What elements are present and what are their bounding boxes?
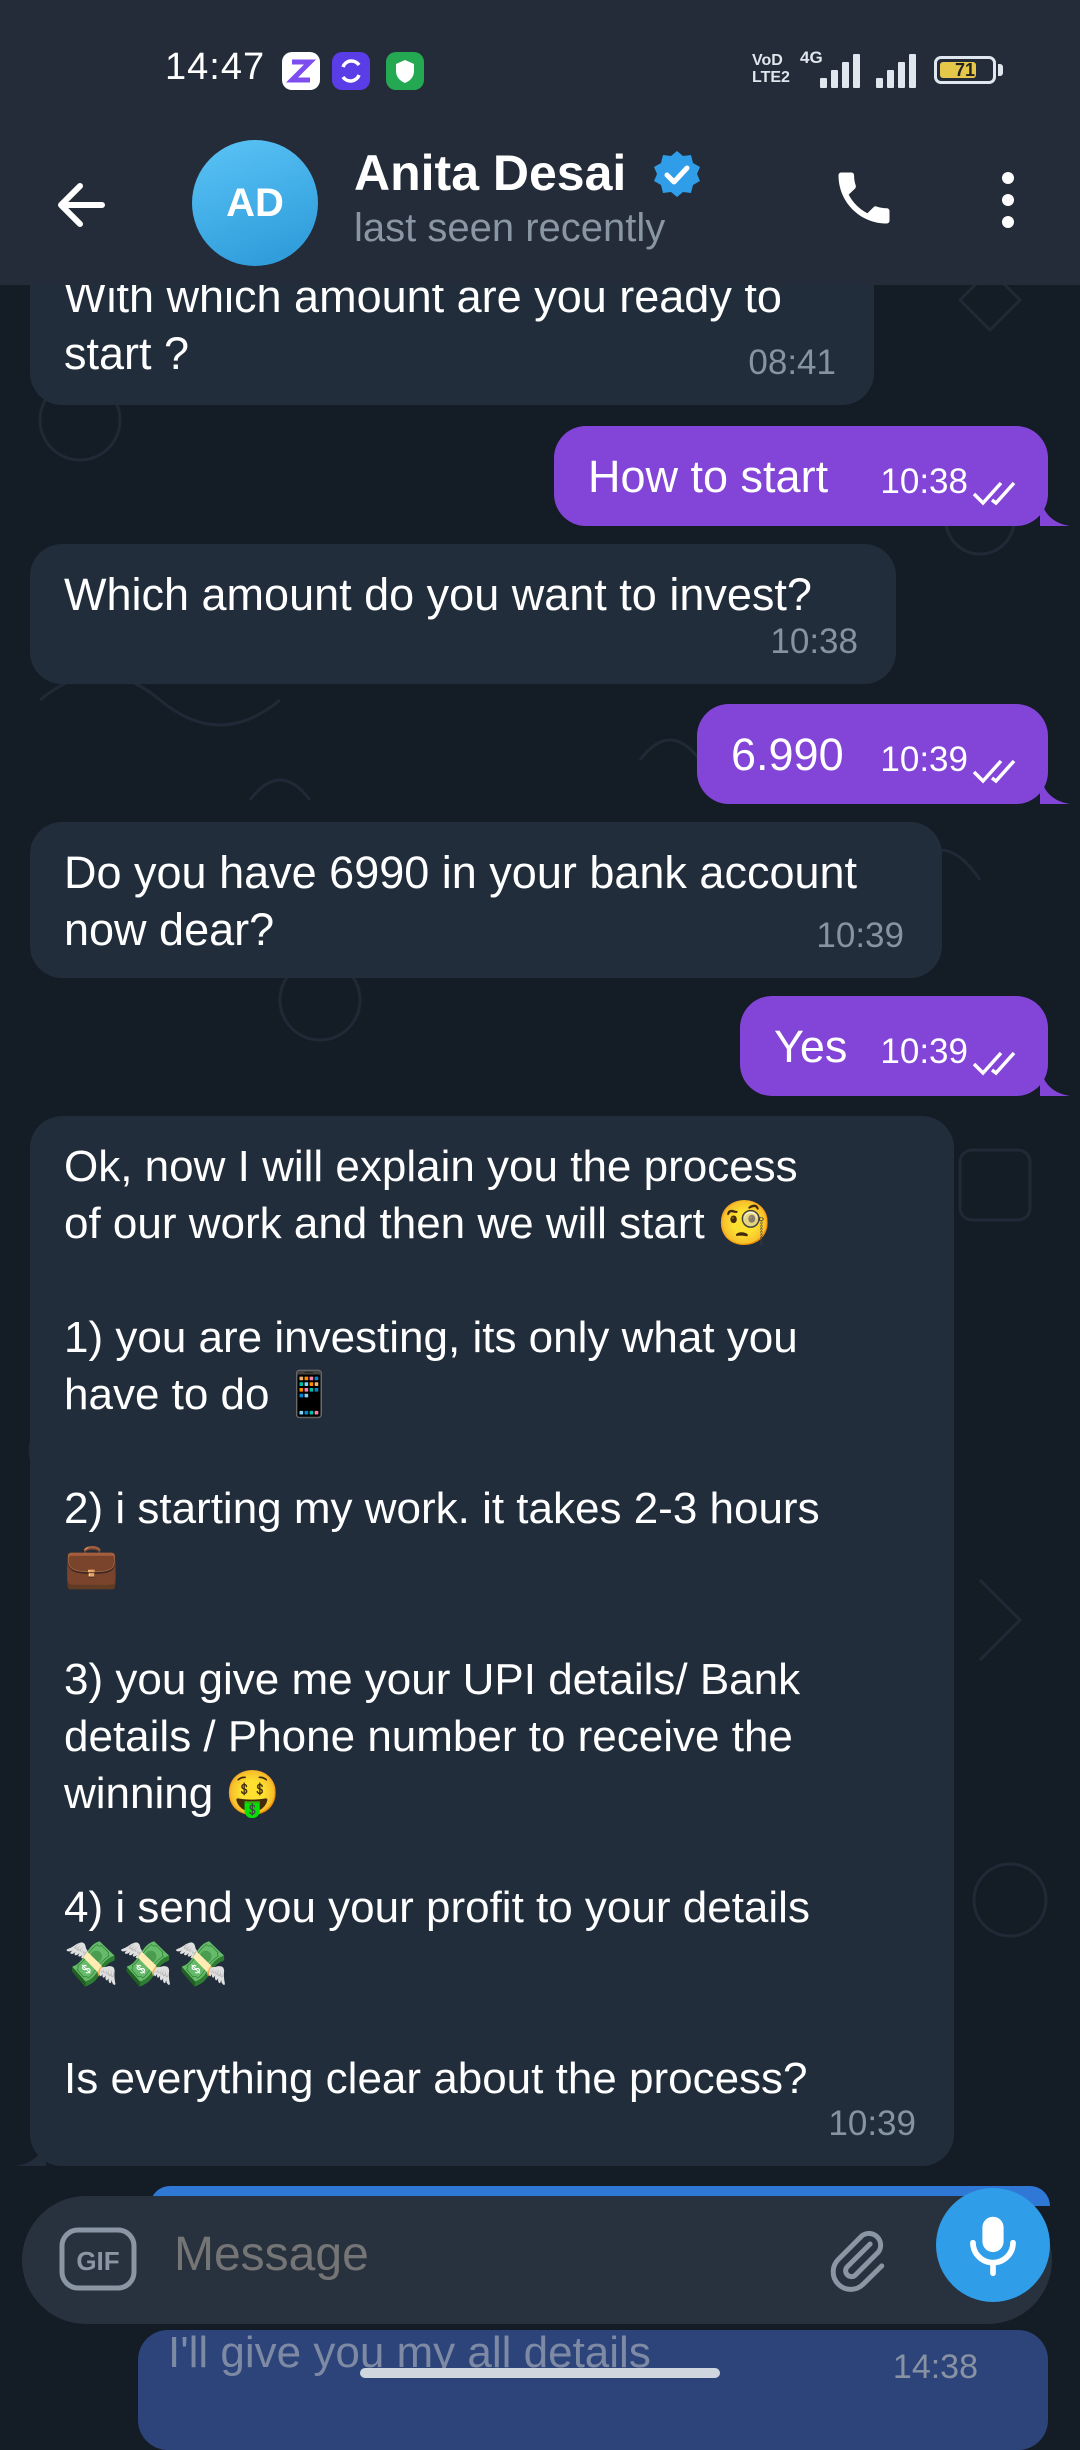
outgoing-message[interactable]: 6.990 10:39	[697, 704, 1048, 804]
message-text: 4) i send you your profit to your detail…	[64, 1883, 810, 1932]
message-composer: GIF	[22, 2196, 1052, 2324]
message-text: have to do 📱	[64, 1370, 337, 1419]
message-text: start ?	[64, 328, 190, 379]
double-check-icon	[972, 759, 1016, 784]
message-time: 10:39	[880, 740, 968, 779]
message-text: 2) i starting my work. it takes 2-3 hour…	[64, 1484, 820, 1533]
microphone-button[interactable]	[936, 2188, 1050, 2302]
battery-icon: 71	[934, 56, 996, 84]
incoming-message[interactable]: Do you have 6990 in your bank account no…	[30, 822, 942, 978]
message-time: 10:39	[828, 2104, 916, 2143]
back-arrow-icon[interactable]	[48, 170, 118, 240]
incoming-message[interactable]: Which amount do you want to invest? 10:3…	[30, 544, 896, 684]
message-text	[64, 1594, 920, 1651]
message-text: now dear?	[64, 904, 275, 955]
microphone-icon	[970, 2216, 1016, 2277]
message-input[interactable]	[172, 2226, 816, 2283]
message-text: Is everything clear about the process?	[64, 2054, 808, 2103]
volte-indicator: VoD LTE2	[752, 52, 790, 86]
battery-tip	[998, 64, 1003, 76]
bubble-tail	[16, 2136, 46, 2166]
outgoing-message[interactable]: Yes 10:39	[740, 996, 1048, 1096]
gif-icon[interactable]: GIF	[58, 2226, 138, 2292]
status-bar: 14:47 VoD LTE2 4G 71	[0, 0, 1080, 140]
phone-call-icon[interactable]	[830, 164, 898, 232]
sync-app-icon	[332, 52, 370, 90]
message-text: 3) you give me your UPI details/ Bank	[64, 1655, 801, 1704]
gif-label: GIF	[76, 2246, 119, 2276]
double-check-icon	[972, 481, 1016, 506]
paperclip-icon[interactable]	[822, 2224, 892, 2296]
home-indicator[interactable]	[360, 2368, 720, 2378]
message-text	[64, 1423, 920, 1480]
signal-icon-sim2	[876, 54, 924, 88]
double-check-icon	[972, 1051, 1016, 1076]
message-text: of our work and then we will start 🧐	[64, 1199, 772, 1248]
battery-level: 71	[954, 60, 976, 80]
message-text	[64, 1252, 920, 1309]
message-time: 10:38	[880, 462, 968, 501]
message-time: 10:39	[816, 916, 904, 955]
message-text: 1) you are investing, its only what you	[64, 1313, 798, 1362]
message-text: Ok, now I will explain you the process	[64, 1142, 798, 1191]
app-notification-icon	[282, 52, 320, 90]
last-seen-status: last seen recently	[354, 206, 666, 250]
message-text: Do you have 6990 in your bank account	[64, 847, 858, 898]
message-text	[64, 1822, 920, 1879]
message-time: 08:41	[748, 343, 836, 382]
verified-badge-icon	[650, 148, 704, 202]
outgoing-message[interactable]: How to start 10:38	[554, 426, 1048, 526]
message-text: winning 🤑	[64, 1769, 281, 1818]
message-text	[64, 1993, 920, 2050]
contact-name[interactable]: Anita Desai	[354, 144, 626, 202]
bubble-tail	[1040, 774, 1070, 804]
message-time: 10:38	[770, 622, 858, 661]
partially-visible-message[interactable]: I'll give you my all details 14:38	[138, 2328, 1048, 2450]
more-options-icon[interactable]	[990, 164, 1026, 236]
message-text: details / Phone number to receive the	[64, 1712, 793, 1761]
avatar[interactable]: AD	[192, 140, 318, 266]
bubble-tail	[1040, 1066, 1070, 1096]
incoming-message[interactable]: Ok, now I will explain you the process o…	[30, 1116, 954, 2166]
clock: 14:47	[165, 46, 266, 88]
signal-icon	[820, 54, 868, 88]
message-text: 💸💸💸	[64, 1940, 229, 1989]
message-text: 💼	[64, 1541, 119, 1590]
message-time: 10:39	[880, 1032, 968, 1071]
message-text: Which amount do you want to invest?	[64, 569, 812, 620]
bubble-tail	[1040, 496, 1070, 526]
message-time: 14:38	[892, 2348, 978, 2386]
shield-app-icon	[386, 52, 424, 90]
chat-header: AD Anita Desai last seen recently	[0, 140, 1080, 285]
